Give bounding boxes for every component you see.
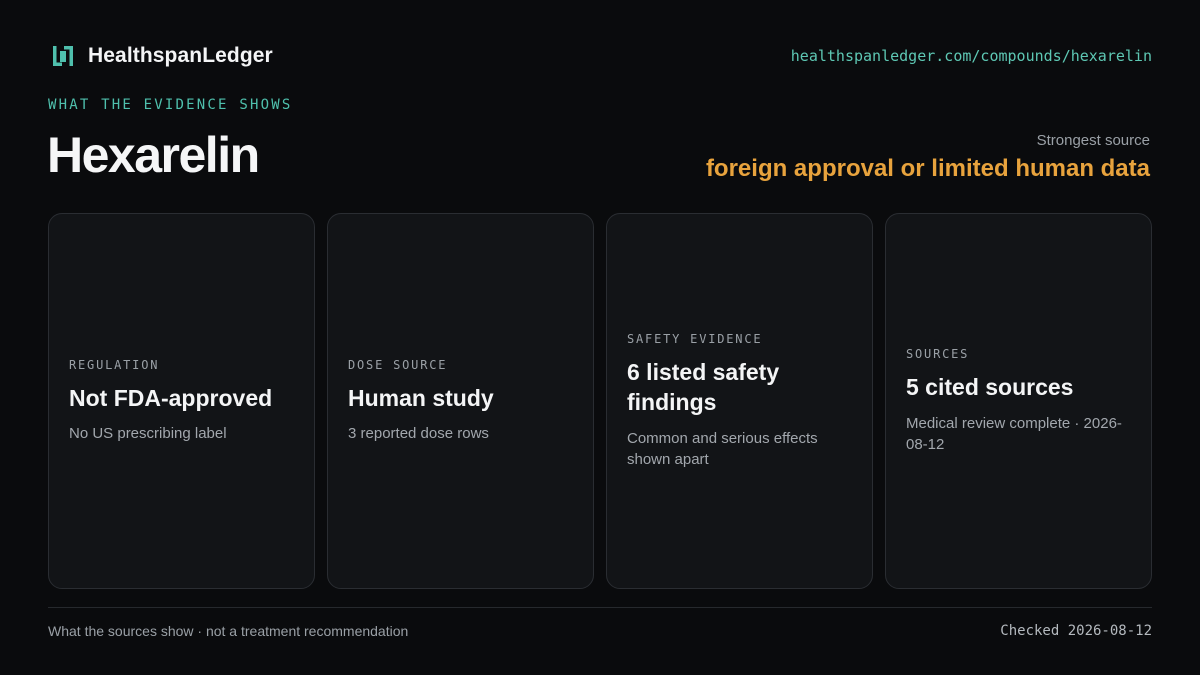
brand[interactable]: HealthspanLedger (52, 44, 273, 68)
card-label: SAFETY EVIDENCE (627, 332, 763, 347)
card-subtext: Common and serious effects shown apart (627, 429, 818, 468)
brand-name: HealthspanLedger (88, 44, 273, 67)
checked-date: Checked 2026-08-12 (1000, 623, 1152, 639)
card-regulation: REGULATION Not FDA-approved No US prescr… (48, 213, 315, 589)
card-safety-evidence: SAFETY EVIDENCE 6 listed safety findings… (606, 213, 873, 589)
card-subtext: 3 reported dose rows (348, 425, 489, 443)
footer-disclaimer: What the sources show · not a treatment … (48, 623, 409, 639)
card-sources: SOURCES 5 cited sources Medical review c… (885, 213, 1152, 589)
card-value: 6 listed safety findings (627, 359, 780, 415)
footer-divider (48, 607, 1152, 608)
card-value: Human study (348, 384, 494, 411)
strongest-source-label: Strongest source (1036, 132, 1150, 149)
card-value: 5 cited sources (906, 374, 1074, 401)
strongest-source-value: foreign approval or limited human data (705, 155, 1150, 182)
evidence-cards: REGULATION Not FDA-approved No US prescr… (48, 213, 1152, 589)
ledger-logo-icon (53, 46, 73, 66)
page-title: Hexarelin (47, 127, 260, 183)
card-label: REGULATION (69, 357, 160, 372)
section-eyebrow: WHAT THE EVIDENCE SHOWS (48, 97, 293, 113)
card-subtext: No US prescribing label (69, 425, 227, 443)
card-subtext: Medical review complete · 2026-08-12 (906, 414, 1122, 453)
card-dose-source: DOSE SOURCE Human study 3 reported dose … (327, 213, 594, 589)
card-label: DOSE SOURCE (348, 357, 448, 372)
card-label: SOURCES (906, 347, 970, 362)
card-value: Not FDA-approved (69, 384, 273, 411)
page-url[interactable]: healthspanledger.com/compounds/hexarelin (791, 47, 1152, 65)
